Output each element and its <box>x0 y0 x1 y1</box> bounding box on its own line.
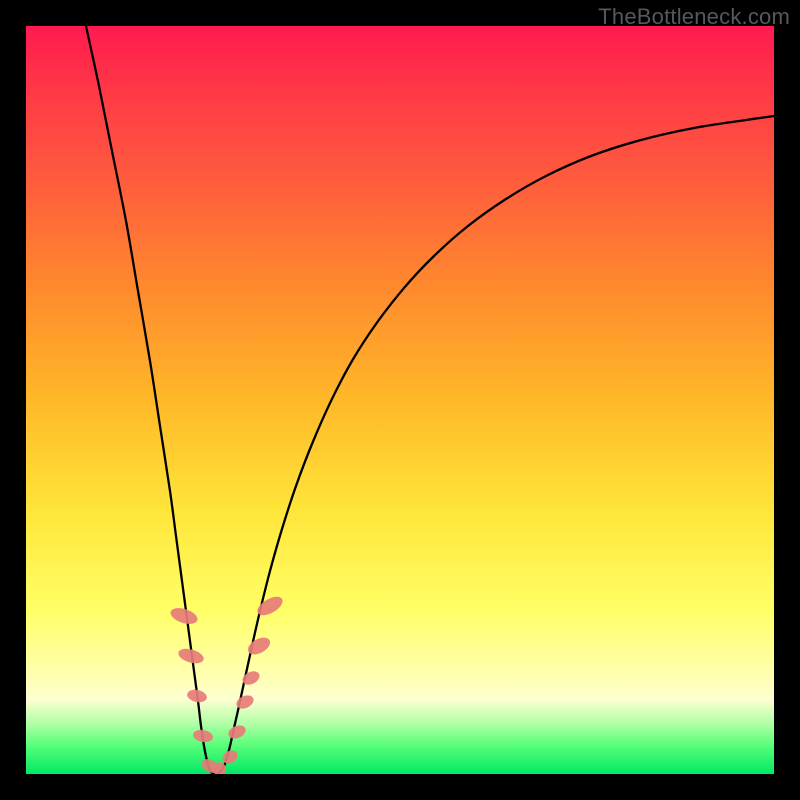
chart-svg <box>26 26 774 774</box>
chart-frame: TheBottleneck.com <box>0 0 800 800</box>
watermark-text: TheBottleneck.com <box>598 4 790 30</box>
marker-right-1 <box>226 723 247 741</box>
plot-area <box>26 26 774 774</box>
marker-left-1 <box>169 605 200 627</box>
markers <box>169 593 286 774</box>
marker-left-3 <box>186 688 208 704</box>
marker-left-4 <box>192 728 214 743</box>
